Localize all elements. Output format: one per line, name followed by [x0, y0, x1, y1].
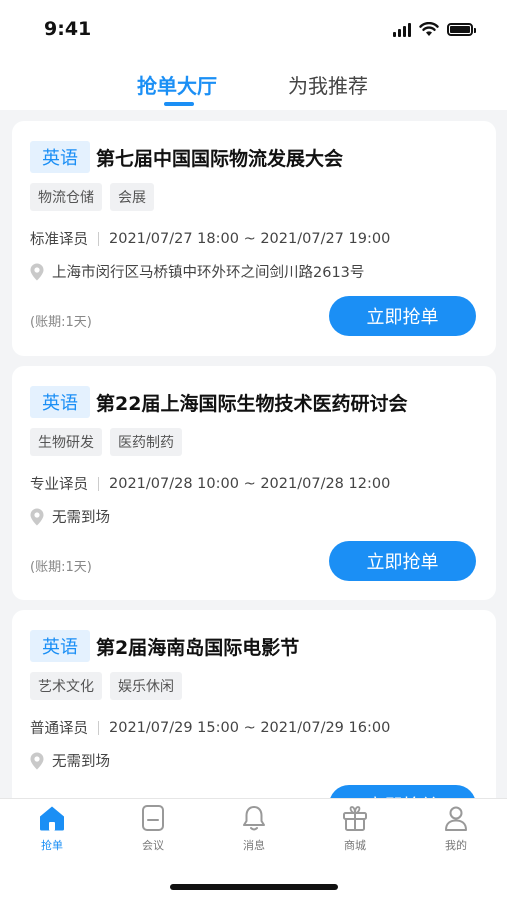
battery-icon [447, 23, 476, 36]
translator-level: 专业译员 [30, 477, 88, 493]
user-icon [445, 806, 467, 831]
translator-level: 标准译员 [30, 232, 88, 248]
home-icon [40, 806, 64, 831]
status-time: 9:41 [44, 18, 92, 40]
tabbar-label: 消息 [243, 839, 265, 852]
tabbar-label: 我的 [445, 839, 467, 852]
tab-recommended[interactable]: 为我推荐 [288, 70, 368, 99]
language-badge: 英语 [30, 386, 90, 418]
cellular-signal-icon [393, 22, 411, 37]
bell-icon [243, 806, 265, 831]
tabbar-label: 抢单 [41, 839, 63, 852]
tabbar-item-meeting[interactable]: 会议 [113, 803, 193, 853]
category-tag: 医药制药 [110, 428, 182, 456]
category-tag: 生物研发 [30, 428, 102, 456]
billing-period: (账期:1天) [30, 560, 92, 575]
order-card[interactable]: 英语 第22届上海国际生物技术医药研讨会 生物研发 医药制药 专业译员 2021… [12, 366, 496, 600]
order-time: 2021/07/28 10:00 ~ 2021/07/28 12:00 [109, 475, 391, 492]
order-location: 无需到场 [52, 510, 110, 526]
order-title: 第七届中国国际物流发展大会 [96, 147, 344, 170]
grab-order-button[interactable]: 立即抢单 [329, 541, 476, 581]
divider [98, 231, 99, 246]
language-badge: 英语 [30, 141, 90, 173]
order-title: 第2届海南岛国际电影节 [96, 636, 300, 659]
tab-grab-orders[interactable]: 抢单大厅 [137, 70, 217, 99]
location-pin-icon [30, 752, 44, 769]
order-location: 无需到场 [52, 754, 110, 770]
category-tag: 物流仓储 [30, 183, 102, 211]
document-icon [142, 805, 164, 831]
category-tag: 会展 [110, 183, 154, 211]
tabbar-item-profile[interactable]: 我的 [416, 803, 496, 853]
tabbar-item-messages[interactable]: 消息 [214, 803, 294, 853]
translator-level: 普通译员 [30, 721, 88, 737]
status-bar: 9:41 [0, 0, 507, 60]
active-tab-indicator [164, 102, 194, 106]
grab-order-button[interactable]: 立即抢单 [329, 296, 476, 336]
divider [98, 476, 99, 491]
tabbar-item-mall[interactable]: 商城 [315, 803, 395, 853]
tabbar-label: 商城 [344, 839, 366, 852]
wifi-icon [419, 22, 439, 36]
tabbar-item-grab[interactable]: 抢单 [12, 803, 92, 853]
category-tag: 娱乐休闲 [110, 672, 182, 700]
order-title: 第22届上海国际生物技术医药研讨会 [96, 392, 408, 415]
location-pin-icon [30, 508, 44, 525]
billing-period: (账期:1天) [30, 315, 92, 330]
divider [98, 720, 99, 735]
language-badge: 英语 [30, 630, 90, 662]
order-card[interactable]: 英语 第七届中国国际物流发展大会 物流仓储 会展 标准译员 2021/07/27… [12, 121, 496, 356]
category-tag: 艺术文化 [30, 672, 102, 700]
tabbar-label: 会议 [142, 839, 164, 852]
location-pin-icon [30, 263, 44, 280]
home-indicator[interactable] [170, 884, 338, 890]
order-time: 2021/07/29 15:00 ~ 2021/07/29 16:00 [109, 719, 391, 736]
order-location: 上海市闵行区马桥镇中环外环之间剑川路2613号 [52, 265, 365, 281]
gift-icon [343, 806, 367, 831]
order-time: 2021/07/27 18:00 ~ 2021/07/27 19:00 [109, 230, 391, 247]
top-tabs: 抢单大厅 为我推荐 [0, 60, 507, 110]
